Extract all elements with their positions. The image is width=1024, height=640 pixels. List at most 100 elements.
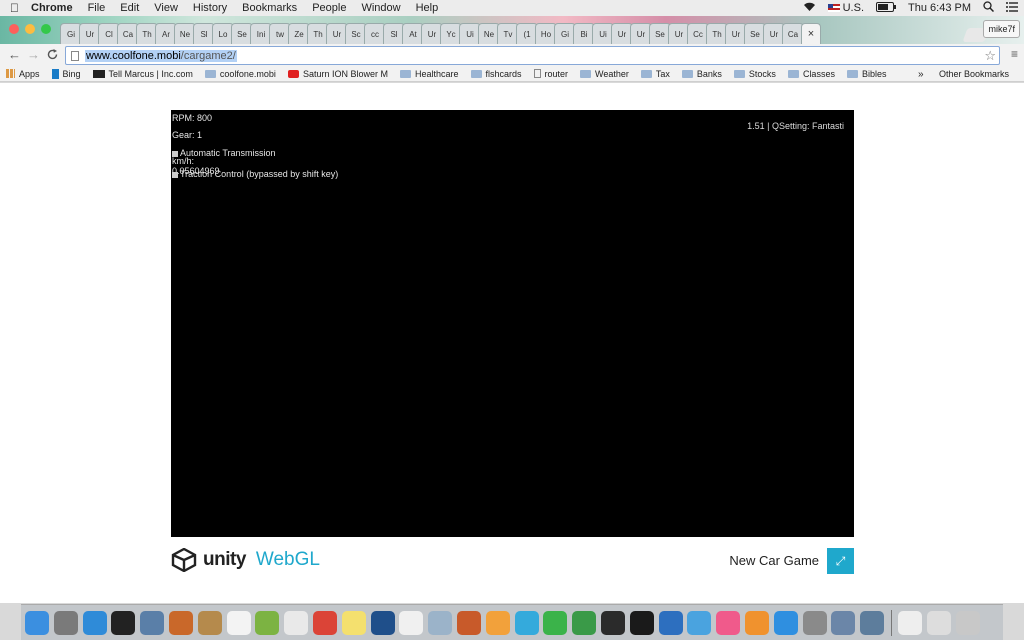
zoom-window-button[interactable] bbox=[41, 24, 51, 34]
other-bookmarks-label: Other Bookmarks bbox=[939, 69, 1010, 79]
bookmark-item[interactable]: Weather bbox=[580, 69, 629, 79]
unity-game-canvas[interactable]: RPM: 800 Gear: 1 Automatic Transmission … bbox=[171, 110, 854, 537]
bookmark-item[interactable]: coolfone.mobi bbox=[204, 69, 276, 79]
document-icon[interactable] bbox=[897, 610, 922, 635]
active-tab-close-icon[interactable]: × bbox=[801, 23, 821, 44]
itunes-icon[interactable] bbox=[716, 610, 741, 635]
quicktime-icon[interactable] bbox=[370, 610, 395, 635]
bookmark-item[interactable]: Healthcare bbox=[399, 69, 459, 79]
url-host: www.coolfone.mobi bbox=[86, 49, 181, 62]
spotlight-icon[interactable] bbox=[983, 1, 995, 15]
finder-icon[interactable] bbox=[25, 610, 49, 635]
menu-people[interactable]: People bbox=[312, 2, 346, 14]
contacts-icon[interactable] bbox=[197, 610, 222, 635]
bookmark-item[interactable]: Saturn ION Blower M bbox=[287, 69, 388, 79]
image-capture-icon[interactable] bbox=[831, 610, 856, 635]
menu-bookmarks[interactable]: Bookmarks bbox=[242, 2, 297, 14]
preview-icon[interactable] bbox=[140, 610, 165, 635]
folder-icon bbox=[470, 69, 482, 78]
bookmark-item[interactable]: Classes bbox=[787, 69, 835, 79]
tab-strip: Gi Ur Cl Ca Th Ar Ne Sl Lo Se Ini tw Ze Th Ur Sc cc Sl At U… bbox=[0, 16, 1024, 44]
facetime-icon[interactable] bbox=[543, 610, 568, 635]
bookmark-label: Stocks bbox=[748, 68, 776, 79]
profile-button[interactable]: mike7f bbox=[983, 20, 1020, 38]
menu-window[interactable]: Window bbox=[361, 2, 400, 14]
textedit-icon[interactable] bbox=[284, 610, 309, 635]
bookmark-label: flshcards bbox=[485, 68, 522, 79]
game-title: New Car Game bbox=[729, 553, 819, 568]
url-text[interactable]: www.coolfone.mobi/cargame2/ bbox=[85, 49, 237, 62]
bookmark-label: Weather bbox=[595, 68, 629, 79]
apple-icon[interactable]:  bbox=[10, 1, 19, 15]
bookmark-item[interactable]: Stocks bbox=[733, 68, 776, 79]
activity-monitor-icon[interactable] bbox=[600, 610, 625, 635]
unity-wordmark: unity bbox=[203, 549, 246, 570]
game-char-icon[interactable] bbox=[456, 610, 481, 635]
launchpad-icon[interactable] bbox=[53, 610, 78, 635]
inc-icon bbox=[92, 69, 105, 78]
xcode-utility-icon[interactable] bbox=[428, 610, 453, 635]
folder-icon bbox=[787, 69, 799, 78]
messages-icon[interactable] bbox=[514, 610, 539, 635]
calendar-icon[interactable] bbox=[226, 610, 251, 635]
menu-view[interactable]: View bbox=[154, 2, 178, 14]
notification-center-icon[interactable] bbox=[1006, 1, 1018, 15]
ibooks-icon[interactable] bbox=[744, 610, 769, 635]
input-source-menu[interactable]: U.S. bbox=[827, 2, 865, 14]
other-bookmarks-folder[interactable]: Other Bookmarks bbox=[935, 66, 1009, 82]
menu-help[interactable]: Help bbox=[416, 2, 439, 14]
bookmark-item[interactable]: router bbox=[533, 69, 568, 79]
dock-separator bbox=[890, 609, 892, 636]
trash-icon[interactable] bbox=[955, 610, 980, 635]
system-preferences-icon[interactable] bbox=[802, 610, 827, 635]
wifi-icon[interactable] bbox=[803, 2, 816, 15]
fullscreen-button[interactable]: ⤢ bbox=[827, 548, 854, 574]
traction-control-toggle[interactable]: Traction Control (bypassed by shift key) bbox=[172, 169, 338, 179]
rocket-icon[interactable] bbox=[168, 610, 193, 635]
bookmark-item[interactable]: flshcards bbox=[470, 68, 522, 79]
chrome-menu-icon[interactable]: ≡ bbox=[1011, 47, 1018, 61]
menu-edit[interactable]: Edit bbox=[120, 2, 139, 14]
clock[interactable]: Thu 6:43 PM bbox=[908, 2, 971, 14]
notes-icon[interactable] bbox=[341, 610, 366, 635]
bookmark-item[interactable]: Bibles bbox=[846, 68, 887, 79]
android-studio-icon[interactable] bbox=[255, 610, 280, 635]
reminders-icon[interactable] bbox=[399, 610, 424, 635]
more-bookmarks-chevron-icon[interactable]: » bbox=[918, 66, 924, 82]
network-utility-icon[interactable] bbox=[860, 610, 885, 635]
gear-readout: Gear: 1 bbox=[172, 130, 203, 140]
bookmark-item[interactable]: Tell Marcus | Inc.com bbox=[92, 69, 193, 79]
dock bbox=[21, 604, 1003, 640]
back-button[interactable]: ← bbox=[8, 47, 21, 62]
minimize-window-button[interactable] bbox=[25, 24, 35, 34]
terminal-icon[interactable] bbox=[111, 610, 136, 635]
menu-app-name[interactable]: Chrome bbox=[31, 2, 73, 14]
close-window-button[interactable] bbox=[9, 24, 19, 34]
menu-file[interactable]: File bbox=[88, 2, 106, 14]
battery-icon[interactable] bbox=[876, 1, 897, 15]
photos-icon[interactable] bbox=[485, 610, 510, 635]
reload-button[interactable] bbox=[47, 47, 58, 63]
xcode-icon[interactable] bbox=[687, 610, 712, 635]
input-source-label: U.S. bbox=[842, 2, 865, 14]
bookmark-item[interactable]: Banks bbox=[681, 69, 722, 79]
documents-stack-icon[interactable] bbox=[926, 610, 951, 635]
bookmark-item[interactable]: Bing bbox=[51, 68, 81, 79]
bookmark-label: Bibles bbox=[861, 68, 887, 79]
menu-extras: U.S. Thu 6:43 PM bbox=[803, 0, 1018, 16]
address-bar[interactable]: www.coolfone.mobi/cargame2/ ☆ bbox=[65, 46, 1000, 65]
unity-icon[interactable] bbox=[629, 610, 654, 635]
version-quality-readout: 1.51 | QSetting: Fantasti bbox=[747, 121, 844, 131]
numbers-icon[interactable] bbox=[572, 610, 597, 635]
menu-history[interactable]: History bbox=[193, 2, 227, 14]
bookmark-item[interactable]: Apps bbox=[6, 69, 40, 79]
bookmark-star-icon[interactable]: ☆ bbox=[984, 48, 996, 64]
keynote-icon[interactable] bbox=[658, 610, 683, 635]
bookmark-item[interactable]: Tax bbox=[640, 69, 670, 79]
app-store-icon[interactable] bbox=[773, 610, 798, 635]
forward-button[interactable]: → bbox=[27, 47, 40, 62]
page-icon bbox=[71, 50, 79, 61]
bookmarks-bar: Apps Bing Tell Marcus | Inc.com coolfone.mo… bbox=[0, 66, 1024, 82]
chrome-icon[interactable] bbox=[312, 610, 337, 635]
safari-icon[interactable] bbox=[82, 610, 107, 635]
